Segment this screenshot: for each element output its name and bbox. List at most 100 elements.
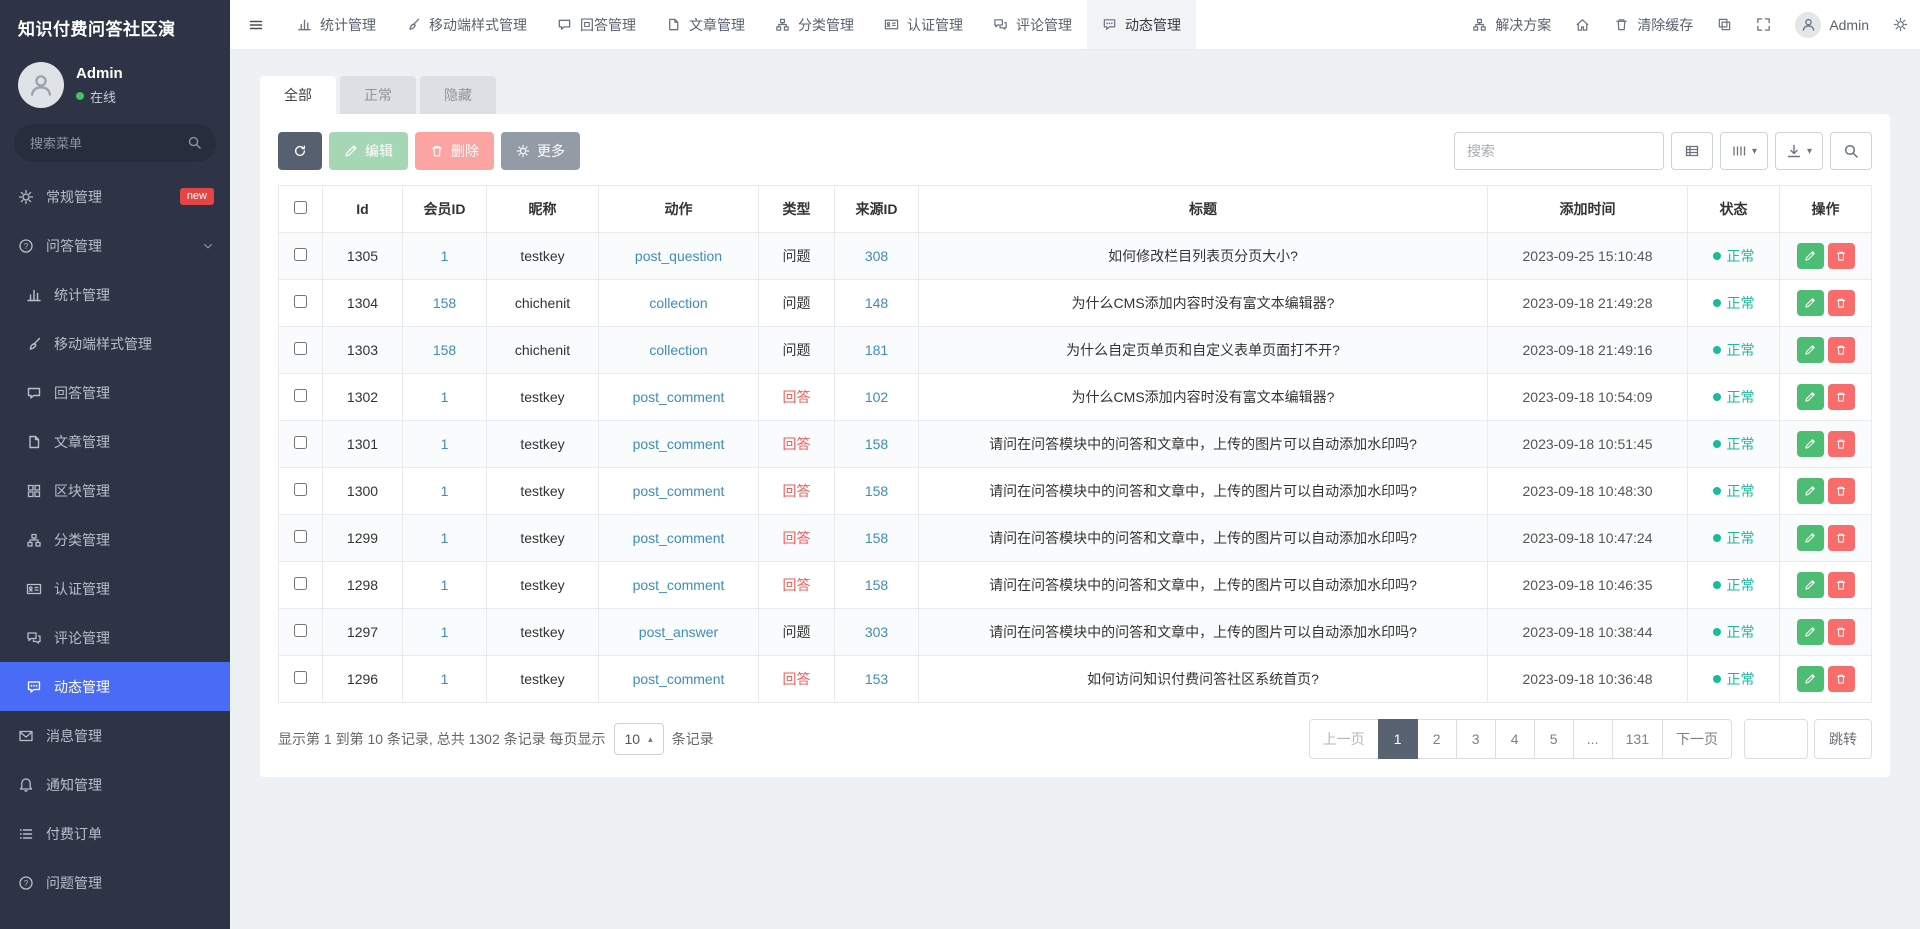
action-link[interactable]: post_comment — [633, 436, 725, 452]
member-id-link[interactable]: 1 — [441, 436, 449, 452]
source-id-link[interactable]: 158 — [865, 483, 888, 499]
prev-page-button[interactable]: 上一页 — [1309, 719, 1379, 759]
row-checkbox[interactable] — [294, 624, 307, 637]
more-button[interactable]: 更多 — [501, 132, 580, 170]
clear-cache-button[interactable]: 清除缓存 — [1602, 0, 1705, 49]
member-id-link[interactable]: 1 — [441, 624, 449, 640]
row-checkbox[interactable] — [294, 248, 307, 261]
row-delete-button[interactable] — [1828, 290, 1855, 316]
sidebar-item-notice-manage[interactable]: 通知管理 — [0, 760, 230, 809]
page-button-1[interactable]: 1 — [1378, 719, 1418, 759]
view-toggle-button[interactable] — [1671, 132, 1713, 170]
row-checkbox[interactable] — [294, 530, 307, 543]
action-link[interactable]: post_comment — [633, 671, 725, 687]
source-id-link[interactable]: 158 — [865, 577, 888, 593]
source-id-link[interactable]: 303 — [865, 624, 888, 640]
source-id-link[interactable]: 148 — [865, 295, 888, 311]
export-button[interactable]: ▾ — [1775, 132, 1823, 170]
next-page-button[interactable]: 下一页 — [1662, 719, 1732, 759]
sidebar-item-comment-manage[interactable]: 评论管理 — [0, 613, 230, 662]
user-menu[interactable]: Admin — [1783, 0, 1881, 49]
page-button-5[interactable]: 5 — [1534, 719, 1574, 759]
page-jump-button[interactable]: 跳转 — [1814, 719, 1872, 759]
row-checkbox[interactable] — [294, 483, 307, 496]
row-edit-button[interactable] — [1797, 525, 1824, 551]
row-edit-button[interactable] — [1797, 384, 1824, 410]
page-size-select[interactable]: 10 ▴ — [614, 723, 664, 755]
source-id-link[interactable]: 158 — [865, 530, 888, 546]
member-id-link[interactable]: 1 — [441, 671, 449, 687]
row-delete-button[interactable] — [1828, 666, 1855, 692]
topnav-item-stats-manage[interactable]: 统计管理 — [282, 0, 391, 49]
edit-button[interactable]: 编辑 — [329, 132, 408, 170]
topnav-item-answer-manage[interactable]: 回答管理 — [542, 0, 651, 49]
row-delete-button[interactable] — [1828, 619, 1855, 645]
action-link[interactable]: post_answer — [639, 624, 718, 640]
row-checkbox[interactable] — [294, 671, 307, 684]
copy-button[interactable] — [1705, 0, 1744, 49]
table-search-input[interactable] — [1454, 132, 1664, 170]
member-id-link[interactable]: 1 — [441, 483, 449, 499]
sidebar-item-paid-order[interactable]: 付费订单 — [0, 809, 230, 858]
topnav-item-category-manage[interactable]: 分类管理 — [760, 0, 869, 49]
row-edit-button[interactable] — [1797, 478, 1824, 504]
source-id-link[interactable]: 181 — [865, 342, 888, 358]
row-checkbox[interactable] — [294, 436, 307, 449]
page-jump-input[interactable] — [1744, 719, 1808, 759]
tab-hidden[interactable]: 隐藏 — [420, 76, 496, 114]
member-id-link[interactable]: 158 — [433, 295, 456, 311]
action-link[interactable]: collection — [649, 295, 707, 311]
row-edit-button[interactable] — [1797, 666, 1824, 692]
topnav-item-activity-manage[interactable]: 动态管理 — [1087, 0, 1196, 49]
refresh-button[interactable] — [278, 132, 322, 170]
row-delete-button[interactable] — [1828, 243, 1855, 269]
action-link[interactable]: collection — [649, 342, 707, 358]
menu-search-input[interactable] — [14, 124, 216, 162]
row-checkbox[interactable] — [294, 295, 307, 308]
row-edit-button[interactable] — [1797, 290, 1824, 316]
source-id-link[interactable]: 308 — [865, 248, 888, 264]
solution-button[interactable]: 解决方案 — [1460, 0, 1563, 49]
action-link[interactable]: post_comment — [633, 389, 725, 405]
sidebar-item-block-manage[interactable]: 区块管理 — [0, 466, 230, 515]
sidebar-item-message-manage[interactable]: 消息管理 — [0, 711, 230, 760]
settings-button[interactable] — [1881, 0, 1920, 49]
fullscreen-button[interactable] — [1744, 0, 1783, 49]
row-edit-button[interactable] — [1797, 572, 1824, 598]
sidebar-item-auth-manage[interactable]: 认证管理 — [0, 564, 230, 613]
action-link[interactable]: post_comment — [633, 577, 725, 593]
row-checkbox[interactable] — [294, 342, 307, 355]
action-link[interactable]: post_comment — [633, 530, 725, 546]
row-delete-button[interactable] — [1828, 572, 1855, 598]
topnav-item-auth-manage[interactable]: 认证管理 — [869, 0, 978, 49]
sidebar-item-answer-manage[interactable]: 回答管理 — [0, 368, 230, 417]
search-toggle-button[interactable] — [1830, 132, 1872, 170]
sidebar-item-category-manage[interactable]: 分类管理 — [0, 515, 230, 564]
sidebar-item-article-manage[interactable]: 文章管理 — [0, 417, 230, 466]
row-delete-button[interactable] — [1828, 431, 1855, 457]
member-id-link[interactable]: 1 — [441, 389, 449, 405]
topnav-item-mobile-style-manage[interactable]: 移动端样式管理 — [391, 0, 542, 49]
row-delete-button[interactable] — [1828, 337, 1855, 363]
row-delete-button[interactable] — [1828, 525, 1855, 551]
row-delete-button[interactable] — [1828, 384, 1855, 410]
source-id-link[interactable]: 158 — [865, 436, 888, 452]
sidebar-item-stats-manage[interactable]: 统计管理 — [0, 270, 230, 319]
page-button-4[interactable]: 4 — [1495, 719, 1535, 759]
source-id-link[interactable]: 102 — [865, 389, 888, 405]
page-button-3[interactable]: 3 — [1456, 719, 1496, 759]
topnav-item-article-manage[interactable]: 文章管理 — [651, 0, 760, 49]
member-id-link[interactable]: 158 — [433, 342, 456, 358]
member-id-link[interactable]: 1 — [441, 248, 449, 264]
row-edit-button[interactable] — [1797, 337, 1824, 363]
member-id-link[interactable]: 1 — [441, 577, 449, 593]
sidebar-item-qa-manage[interactable]: 问答管理 — [0, 221, 230, 270]
action-link[interactable]: post_question — [635, 248, 722, 264]
sidebar-toggle-button[interactable] — [230, 0, 282, 49]
row-checkbox[interactable] — [294, 389, 307, 402]
row-delete-button[interactable] — [1828, 478, 1855, 504]
page-button-2[interactable]: 2 — [1417, 719, 1457, 759]
page-button-131[interactable]: 131 — [1612, 719, 1663, 759]
row-edit-button[interactable] — [1797, 619, 1824, 645]
sidebar-item-activity-manage[interactable]: 动态管理 — [0, 662, 230, 711]
